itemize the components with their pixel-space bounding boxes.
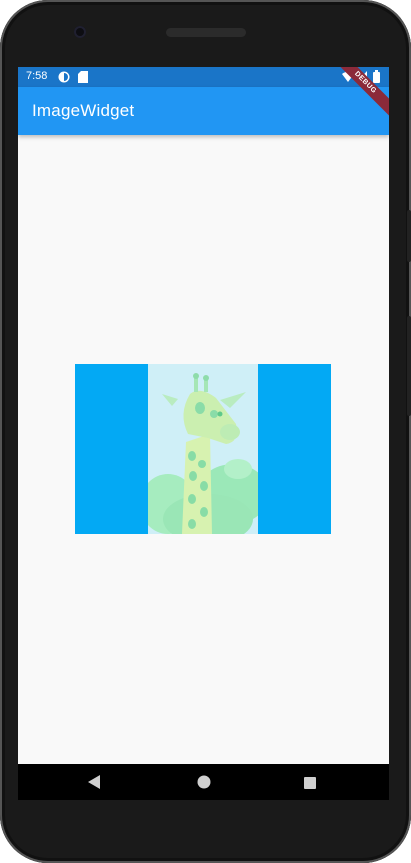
power-button: [407, 210, 411, 262]
navigation-bar: [18, 764, 389, 800]
home-icon[interactable]: [197, 775, 211, 794]
volume-button: [407, 316, 411, 416]
status-bar: 7:58: [18, 67, 389, 87]
image-container: [75, 364, 331, 534]
phone-frame: 7:58 ImageWidget DEBUG: [0, 0, 411, 863]
app-bar: ImageWidget: [18, 87, 389, 135]
page-title: ImageWidget: [32, 101, 135, 120]
screen: 7:58 ImageWidget DEBUG: [18, 67, 389, 800]
recents-icon[interactable]: [304, 776, 316, 794]
front-camera: [74, 26, 86, 38]
sd-card-icon: [78, 71, 88, 86]
sync-icon: [58, 71, 70, 86]
status-time: 7:58: [26, 70, 48, 82]
back-icon[interactable]: [88, 775, 102, 794]
earpiece-speaker: [166, 28, 246, 37]
giraffe-image: [148, 364, 258, 534]
